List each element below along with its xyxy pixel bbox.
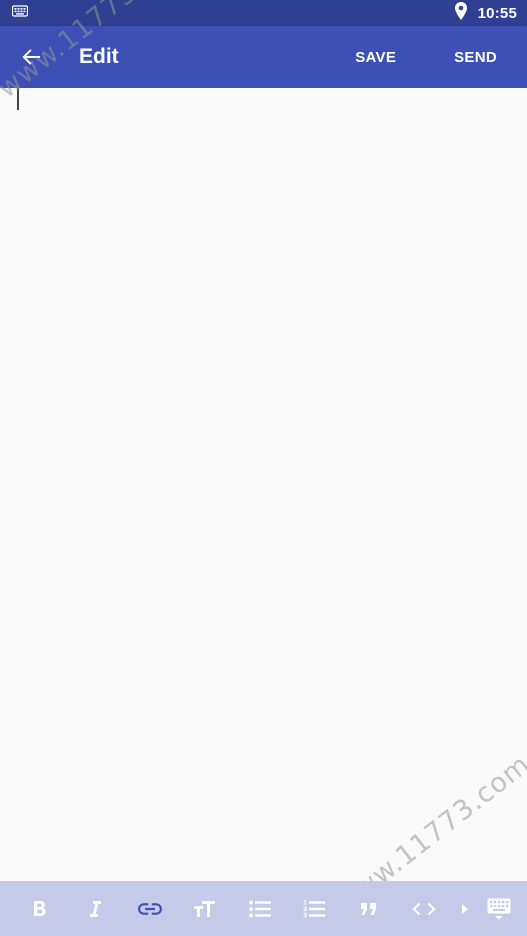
format-toolbar: 1 2 3 <box>0 881 527 936</box>
svg-text:3: 3 <box>303 912 307 919</box>
numbered-list-icon: 1 2 3 <box>303 899 325 919</box>
keyboard-toggle-icon <box>487 898 511 919</box>
numbered-list-button[interactable]: 1 2 3 <box>292 881 336 936</box>
bullet-list-icon <box>249 900 271 917</box>
keyboard-icon <box>11 4 29 22</box>
italic-button[interactable] <box>73 881 117 936</box>
page-title: Edit <box>79 45 119 68</box>
send-button[interactable]: SEND <box>454 26 497 88</box>
save-button[interactable]: SAVE <box>355 26 396 88</box>
editor-text-area[interactable] <box>0 88 527 881</box>
app-bar: Edit SAVE SEND <box>0 26 527 88</box>
link-icon <box>138 902 162 915</box>
location-icon <box>454 1 468 25</box>
quote-button[interactable] <box>347 881 391 936</box>
back-button[interactable] <box>0 26 62 88</box>
quote-icon <box>361 902 376 915</box>
bold-button[interactable] <box>18 881 62 936</box>
text-cursor <box>17 88 19 110</box>
status-time: 10:55 <box>477 4 517 22</box>
keyboard-toggle-button[interactable] <box>477 881 521 936</box>
italic-icon <box>90 900 101 917</box>
text-size-icon <box>194 900 215 917</box>
code-icon <box>412 902 436 915</box>
code-button[interactable] <box>402 881 446 936</box>
bold-icon <box>34 900 46 916</box>
text-size-button[interactable] <box>183 881 227 936</box>
more-arrow-icon <box>462 903 468 914</box>
status-bar: 10:55 <box>0 0 527 26</box>
arrow-back-icon <box>22 49 40 65</box>
link-button[interactable] <box>128 881 172 936</box>
bullet-list-button[interactable] <box>238 881 282 936</box>
